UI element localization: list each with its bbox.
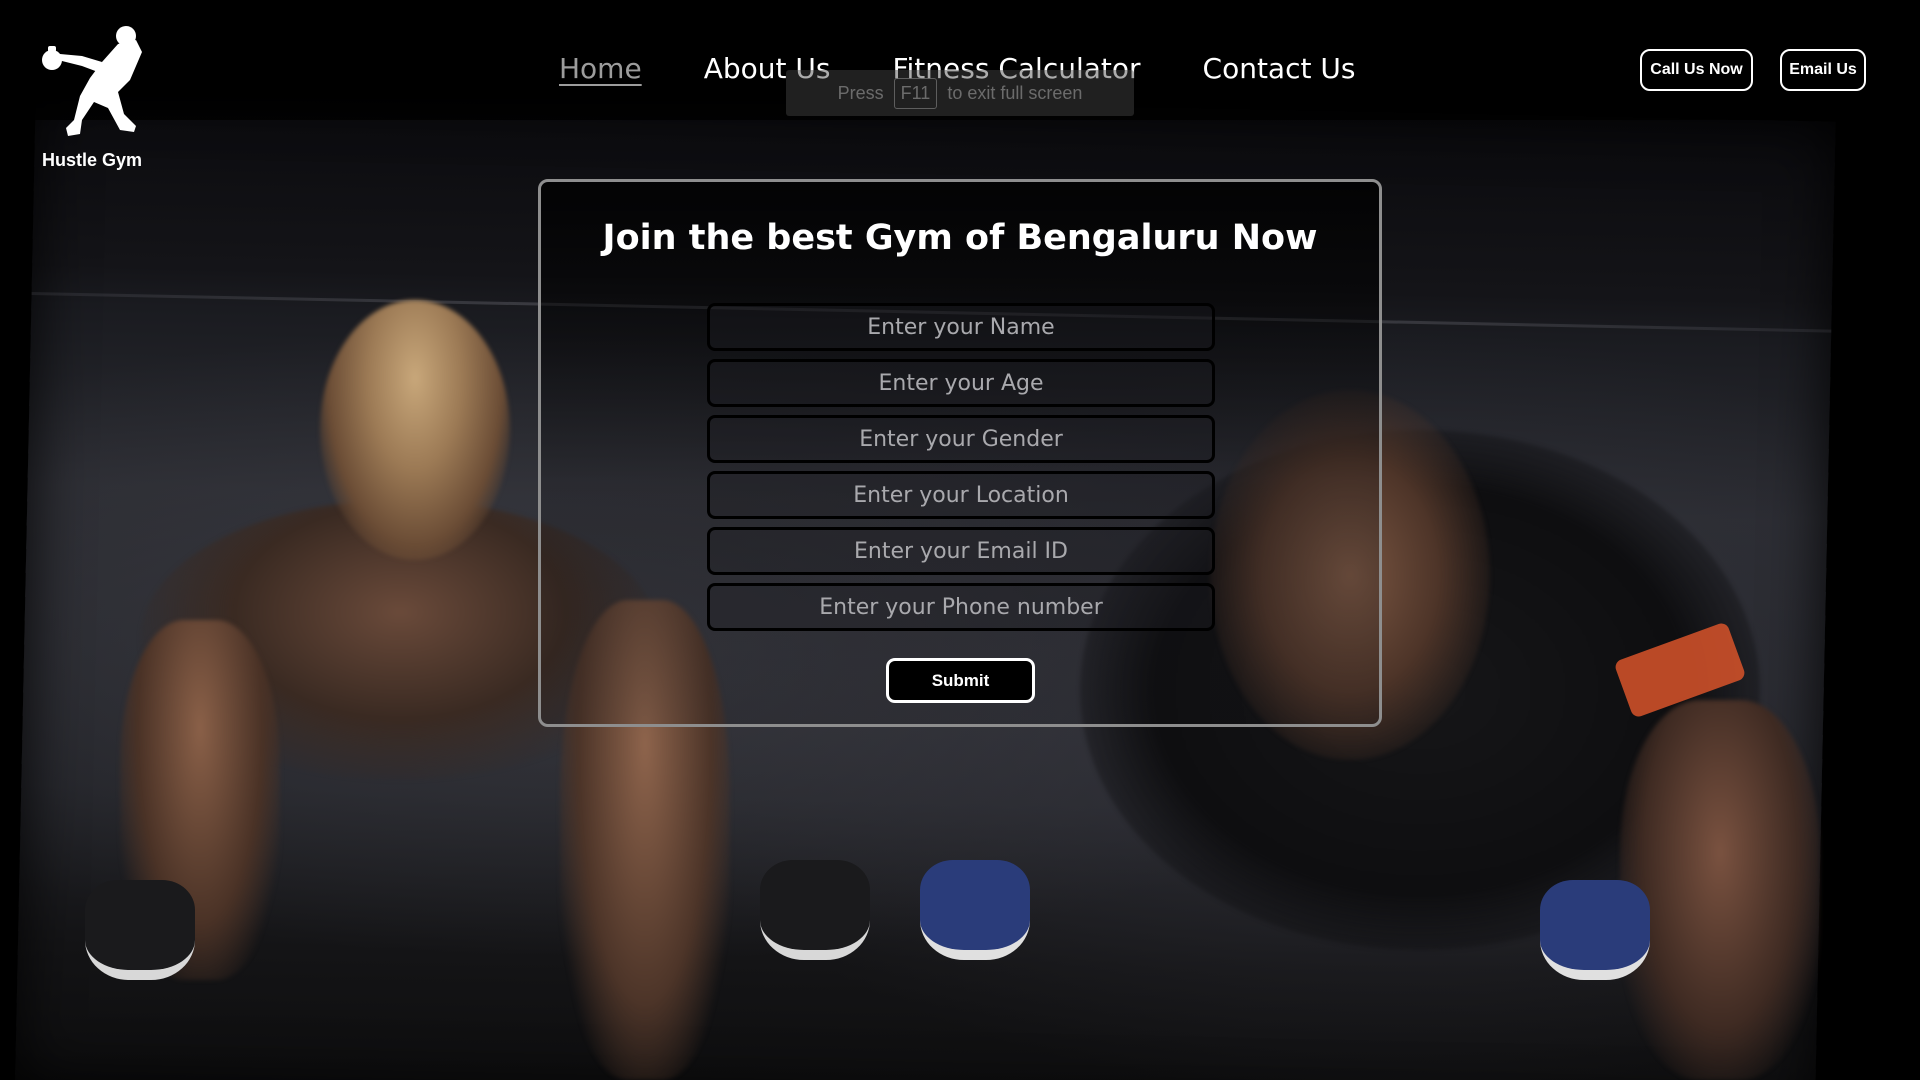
woman-athlete-head [320, 300, 510, 560]
call-us-now-button[interactable]: Call Us Now [1640, 49, 1753, 91]
nav-about-us[interactable]: About Us [704, 52, 831, 85]
location-field[interactable] [707, 471, 1215, 519]
join-form-card: Join the best Gym of Bengaluru Now Submi… [538, 179, 1382, 727]
age-field[interactable] [707, 359, 1215, 407]
main-nav: Home About Us Fitness Calculator Contact… [559, 52, 1355, 85]
email-field[interactable] [707, 527, 1215, 575]
man-athlete-right-arm [1620, 700, 1820, 1080]
gender-field[interactable] [707, 415, 1215, 463]
page: Hustle Gym Home About Us Fitness Calcula… [0, 0, 1920, 1080]
man-shoe-right [1540, 880, 1650, 980]
email-us-button[interactable]: Email Us [1780, 49, 1866, 91]
kettlebell-athlete-icon[interactable] [38, 22, 148, 142]
submit-button[interactable]: Submit [886, 658, 1035, 703]
name-field[interactable] [707, 303, 1215, 351]
nav-contact-us[interactable]: Contact Us [1203, 52, 1356, 85]
nav-home[interactable]: Home [559, 52, 642, 85]
man-shoe-left [920, 860, 1030, 960]
brand-name: Hustle Gym [42, 150, 143, 170]
woman-shoe-right [760, 860, 870, 960]
nav-fitness-calculator[interactable]: Fitness Calculator [892, 52, 1140, 85]
woman-shoe-left [85, 880, 195, 980]
form-title: Join the best Gym of Bengaluru Now [602, 218, 1318, 258]
phone-field[interactable] [707, 583, 1215, 631]
